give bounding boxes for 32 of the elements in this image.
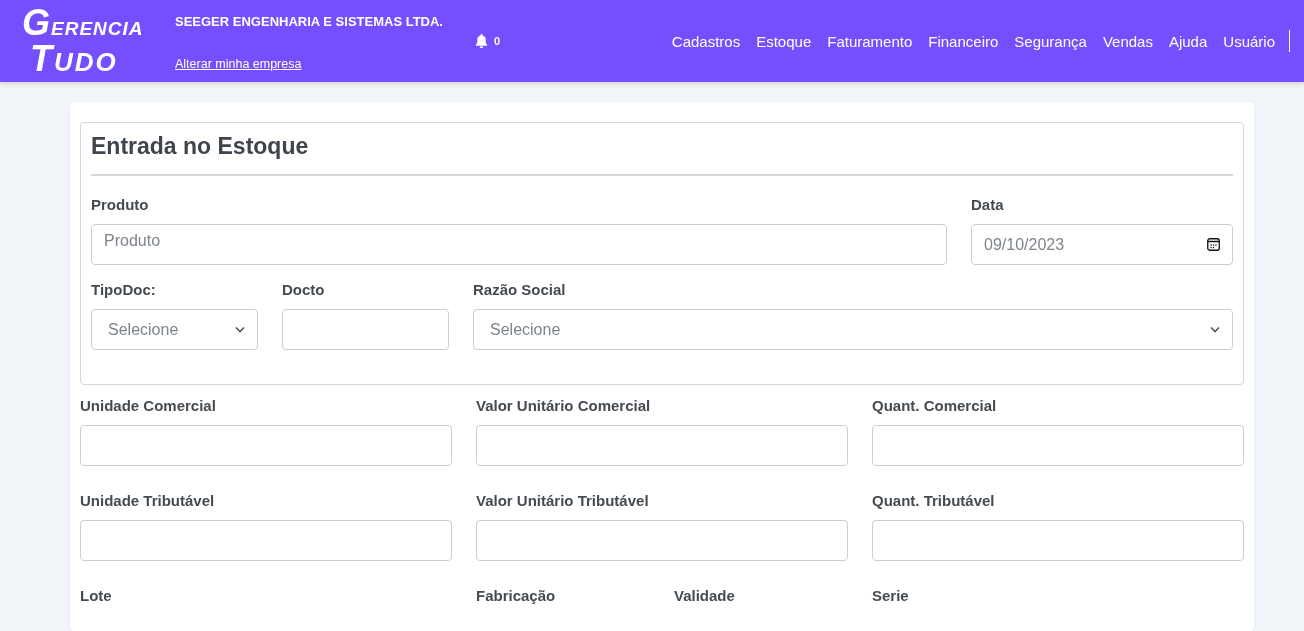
field-label: Valor Unitário Comercial	[476, 397, 652, 415]
change-company-link[interactable]: Alterar minha empresa	[175, 57, 302, 71]
field-label: Docto	[282, 281, 326, 299]
text-input[interactable]: Produto	[91, 224, 947, 265]
field-label: Serie	[872, 587, 910, 605]
nav-menu-item[interactable]: Ajuda	[1168, 32, 1208, 50]
form-title: Entrada no Estoque	[91, 133, 1233, 176]
nav-menu-item[interactable]: Usuário	[1223, 32, 1275, 50]
field-label: Quant. Tributável	[872, 492, 996, 510]
field-label: Unidade Comercial	[80, 397, 217, 415]
nav-menu-item[interactable]: Cadastros	[671, 32, 741, 50]
field-label: Lote	[80, 587, 113, 605]
field-label: Unidade Tributável	[80, 492, 216, 510]
field-label: Validade	[674, 587, 736, 605]
nav-menu-item[interactable]: Segurança	[1014, 32, 1087, 50]
field-label: Razão Social	[473, 281, 567, 299]
company-name: SEEGER ENGENHARIA E SISTEMAS LTDA.	[175, 14, 444, 29]
field-label: Valor Unitário Tributável	[476, 492, 650, 510]
field-label: Quant. Comercial	[872, 397, 998, 415]
nav-menu-item[interactable]: Faturamento	[827, 32, 913, 50]
logo[interactable]: GERENCIA TUDO	[22, 0, 152, 82]
nav-menu-item[interactable]: Financeiro	[928, 32, 999, 50]
date-input[interactable]: 09/10/2023	[971, 224, 1233, 265]
field-label: Data	[971, 196, 1005, 214]
nav-menu-item[interactable]: Estoque	[756, 32, 812, 50]
field-label: Fabricação	[476, 587, 557, 605]
field-label: Produto	[91, 196, 150, 214]
select-dropdown[interactable]: Selecione	[91, 309, 258, 350]
nav-menu-item[interactable]: Vendas	[1102, 32, 1153, 50]
notification-count: 0	[494, 35, 501, 47]
select-dropdown[interactable]: Selecione	[473, 309, 1233, 350]
field-label: TipoDoc:	[91, 281, 157, 299]
